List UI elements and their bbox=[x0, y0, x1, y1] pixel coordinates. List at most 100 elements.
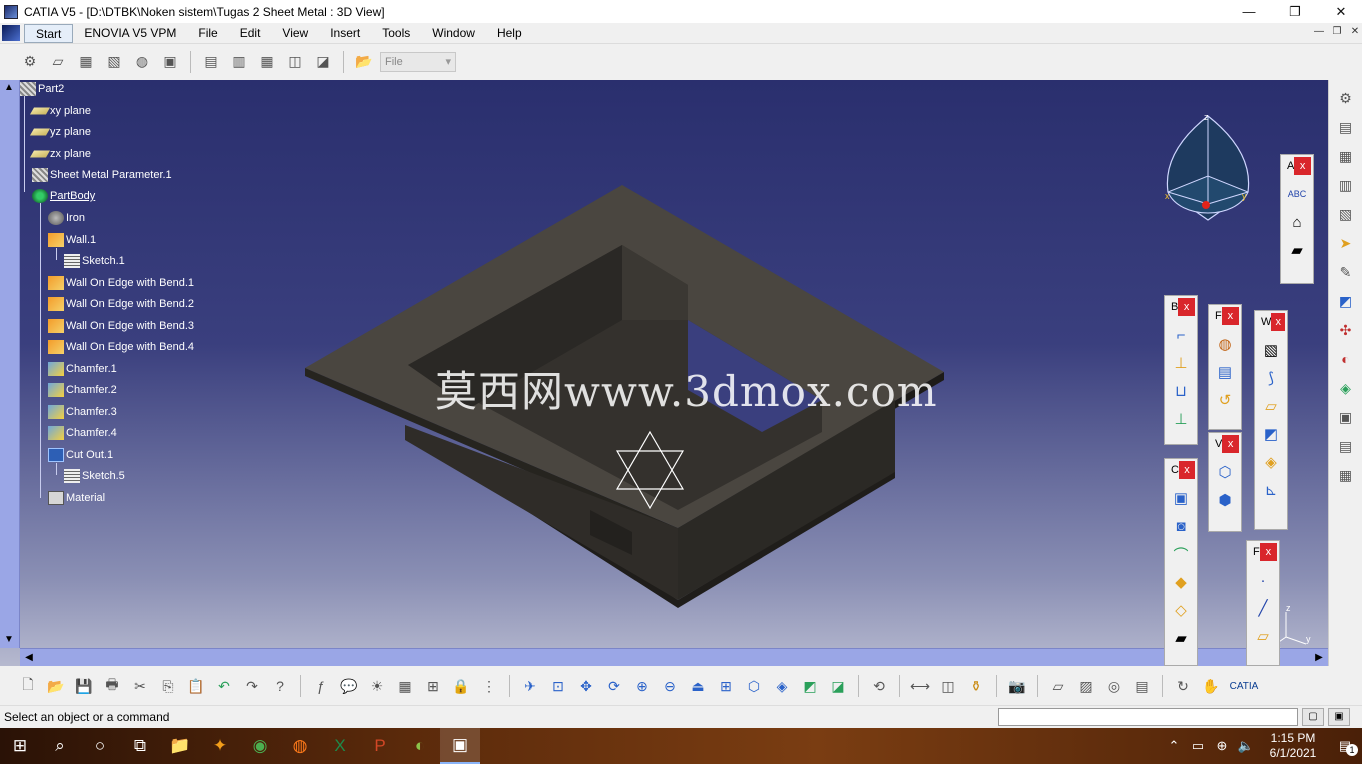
tree-root[interactable]: Part2 bbox=[20, 80, 64, 98]
sketcher-icon[interactable]: ✎ bbox=[1335, 261, 1357, 283]
toolbar-close-button[interactable]: x bbox=[1178, 298, 1195, 316]
shading-icon[interactable]: ◈ bbox=[770, 674, 794, 698]
tree-node-sketch5[interactable]: Sketch.5 bbox=[64, 467, 125, 485]
save-dxf-icon[interactable]: ▣ bbox=[1335, 406, 1357, 428]
unfold-icon[interactable]: ▤ bbox=[200, 51, 222, 73]
close-button[interactable]: ✕ bbox=[1318, 0, 1362, 23]
constraint-icon[interactable]: ✣ bbox=[1335, 319, 1357, 341]
tree-node-zx-plane[interactable]: zx plane bbox=[29, 145, 91, 163]
compass-widget[interactable]: z x y bbox=[1160, 108, 1260, 233]
maximize-button[interactable]: ❐ bbox=[1272, 0, 1318, 23]
scroll-down-icon[interactable]: ▼ bbox=[0, 632, 18, 648]
tree-node-xy-plane[interactable]: xy plane bbox=[29, 102, 91, 120]
fold-unfold-view-icon[interactable]: ⬡ bbox=[1214, 461, 1236, 483]
fold-layer-icon[interactable]: ▤ bbox=[1214, 361, 1236, 383]
save-icon[interactable]: 💾 bbox=[72, 674, 96, 698]
firefox-icon[interactable]: ◍ bbox=[280, 728, 320, 764]
catalog-browser-icon[interactable]: ▤ bbox=[1335, 435, 1357, 457]
menu-file[interactable]: File bbox=[187, 24, 228, 43]
multi-view-icon[interactable]: ⬢ bbox=[1214, 489, 1236, 511]
tree-node-cut-out1[interactable]: Cut Out.1 bbox=[48, 446, 113, 464]
task-view-icon[interactable]: ⧉ bbox=[120, 728, 160, 764]
doc-restore-icon[interactable]: ❐ bbox=[1328, 26, 1346, 37]
capture-camera-icon[interactable]: 📷 bbox=[1005, 674, 1029, 698]
extrusion-icon[interactable]: ◩ bbox=[1260, 423, 1282, 445]
toolbar-close-button[interactable]: x bbox=[1294, 157, 1311, 175]
sheet-metal-wall-icon[interactable]: ▱ bbox=[1046, 674, 1070, 698]
hand-icon[interactable]: ✋ bbox=[1199, 674, 1223, 698]
menu-insert[interactable]: Insert bbox=[319, 24, 371, 43]
tree-node-wall-on-edge-1[interactable]: Wall On Edge with Bend.1 bbox=[48, 274, 194, 292]
horizontal-scrollbar[interactable]: ◀ ▶ bbox=[20, 648, 1328, 666]
chrome-icon[interactable]: ◉ bbox=[240, 728, 280, 764]
battery-icon[interactable]: ▭ bbox=[1186, 738, 1210, 754]
hem-icon[interactable]: ⊔ bbox=[1170, 380, 1192, 402]
fit-all-icon[interactable]: ⊡ bbox=[546, 674, 570, 698]
recognize-icon[interactable]: ◪ bbox=[312, 51, 334, 73]
assembly-icon[interactable]: ▦ bbox=[1335, 145, 1357, 167]
cortana-icon[interactable]: ○ bbox=[80, 728, 120, 764]
app-icon[interactable]: ◐ bbox=[400, 728, 440, 764]
tree-node-chamfer2[interactable]: Chamfer.2 bbox=[48, 381, 117, 399]
swap-space-icon[interactable]: ◪ bbox=[826, 674, 850, 698]
start-menu-icon[interactable] bbox=[2, 25, 20, 41]
firefox-alt-icon[interactable]: ✦ bbox=[200, 728, 240, 764]
corner-relief-icon[interactable]: ▣ bbox=[159, 51, 181, 73]
flanged-cutout-icon[interactable]: ◎ bbox=[1102, 674, 1126, 698]
toolbar-close-button[interactable]: x bbox=[1222, 435, 1239, 453]
document-icon[interactable]: ▧ bbox=[1335, 203, 1357, 225]
measure-icon[interactable]: ◩ bbox=[1335, 290, 1357, 312]
excel-icon[interactable]: X bbox=[320, 728, 360, 764]
hole-icon[interactable]: ◍ bbox=[131, 51, 153, 73]
refresh-icon[interactable]: ↻ bbox=[1171, 674, 1195, 698]
copy-icon[interactable]: ⎘ bbox=[156, 674, 180, 698]
measure-between-icon[interactable]: ⟷ bbox=[908, 674, 932, 698]
lock-icon[interactable]: 🔒 bbox=[449, 674, 473, 698]
toolbar-close-button[interactable]: x bbox=[1178, 461, 1195, 479]
tree-node-material[interactable]: Material bbox=[48, 489, 105, 507]
plane-icon[interactable]: ▱ bbox=[1252, 625, 1274, 647]
menu-window[interactable]: Window bbox=[421, 24, 486, 43]
3d-viewport[interactable]: 莫西网www.3dmox.com z x y z x y Part2 xy pl… bbox=[0, 80, 1328, 666]
tree-node-yz-plane[interactable]: yz plane bbox=[29, 123, 91, 141]
zoom-out-icon[interactable]: ⊖ bbox=[658, 674, 682, 698]
doc-minimize-icon[interactable]: — bbox=[1310, 26, 1328, 37]
network-icon[interactable]: ⊕ bbox=[1210, 738, 1234, 754]
comment-icon[interactable]: 💬 bbox=[337, 674, 361, 698]
fold-sphere-icon[interactable]: ◍ bbox=[1214, 333, 1236, 355]
point-icon[interactable]: · bbox=[1252, 569, 1274, 591]
menu-view[interactable]: View bbox=[271, 24, 319, 43]
pan-icon[interactable]: ✥ bbox=[574, 674, 598, 698]
flag-note-icon[interactable]: ⌂ bbox=[1286, 211, 1308, 233]
cut-icon[interactable]: ✂ bbox=[128, 674, 152, 698]
tree-node-chamfer3[interactable]: Chamfer.3 bbox=[48, 403, 117, 421]
fly-mode-icon[interactable]: ✈ bbox=[518, 674, 542, 698]
tree-node-chamfer1[interactable]: Chamfer.1 bbox=[48, 360, 117, 378]
select-arrow-icon[interactable]: ➤ bbox=[1335, 232, 1357, 254]
tree-node-sheet-metal-parameter[interactable]: Sheet Metal Parameter.1 bbox=[32, 166, 172, 184]
cut-out-icon[interactable]: ▣ bbox=[1170, 487, 1192, 509]
cutout-icon[interactable]: ▧ bbox=[103, 51, 125, 73]
wall-icon[interactable]: ▱ bbox=[47, 51, 69, 73]
menu-enovia[interactable]: ENOVIA V5 VPM bbox=[73, 24, 187, 43]
rotate-icon[interactable]: ⟳ bbox=[602, 674, 626, 698]
tree-node-sketch1[interactable]: Sketch.1 bbox=[64, 252, 125, 270]
light-icon[interactable]: ☀ bbox=[365, 674, 389, 698]
file-combo[interactable]: File bbox=[380, 51, 456, 72]
command-list-button[interactable]: ▢ bbox=[1302, 708, 1324, 726]
wall-icon[interactable]: ▱ bbox=[1260, 395, 1282, 417]
sheet-metal-parameters-icon[interactable]: ⚙ bbox=[19, 51, 41, 73]
formula-icon[interactable]: ƒ bbox=[309, 674, 333, 698]
louver-icon[interactable]: ▤ bbox=[1130, 674, 1154, 698]
mirror-icon[interactable]: ◫ bbox=[284, 51, 306, 73]
stamping-icon[interactable]: ▦ bbox=[75, 51, 97, 73]
clock[interactable]: 1:15 PM 6/1/2021 bbox=[1258, 731, 1328, 761]
hide-show-icon[interactable]: ◩ bbox=[798, 674, 822, 698]
powerpoint-icon[interactable]: P bbox=[360, 728, 400, 764]
power-input-button[interactable]: ▣ bbox=[1328, 708, 1350, 726]
text-abc-icon[interactable]: ABC bbox=[1286, 183, 1308, 205]
scroll-right-icon[interactable]: ▶ bbox=[1310, 649, 1328, 666]
corner-relief-icon[interactable]: ⌒ bbox=[1170, 543, 1192, 565]
file-explorer-icon[interactable]: 📁 bbox=[160, 728, 200, 764]
parameters-icon[interactable]: ⋮ bbox=[477, 674, 501, 698]
